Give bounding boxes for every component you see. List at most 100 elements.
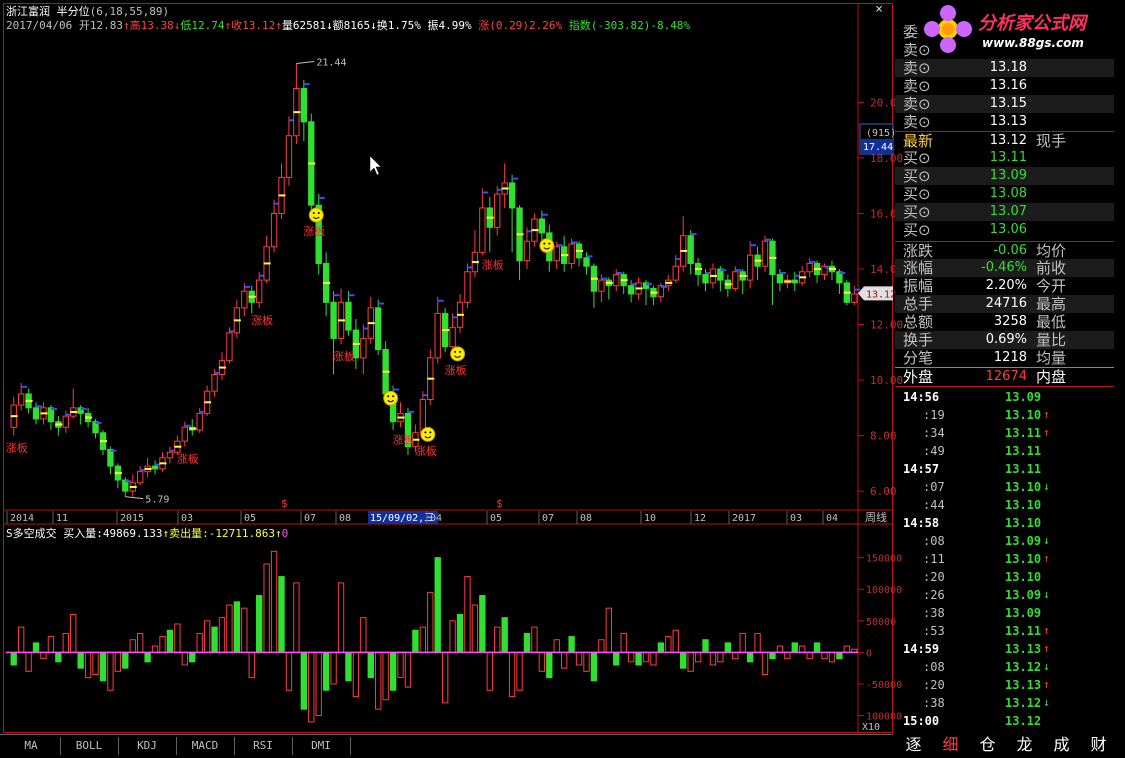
buy-level-row[interactable]: 买⊙ 13.08 [895,185,1114,203]
stat-row: 换手 0.69% 量比 [895,331,1114,349]
candle-body [136,471,144,484]
volume-bar [613,651,620,666]
volume-tick-label: 50000 [866,617,896,628]
candle-body [375,307,382,351]
volume-bar [159,636,166,653]
volume-bar [746,651,754,663]
limit-up-marker: 涨板 [393,432,415,446]
sell-level-label: 卖⊙ [903,59,931,77]
volume-bar [813,642,821,653]
tick-time: :44 [923,498,945,512]
commission-row: 委 [895,23,1114,41]
sell-level-row[interactable]: 卖⊙ 13.18 [895,59,1114,77]
smiley-eye [543,242,546,245]
stat-label: 分笔 [903,349,934,367]
volume-bar [769,651,776,660]
trading-window: 20.00 18.00 16.00 14.00 12.00 10.00 8.00 6.00 (9… [0,0,1125,758]
smiley-eye [317,212,320,215]
candle-body [523,240,531,262]
volume-bar [427,591,434,653]
arrow-up-icon: ↑ [274,527,282,540]
stat-value: 24716 [985,296,1027,311]
nav-1[interactable]: 细 [932,734,969,756]
arrow-up-icon: ↑ [1043,426,1050,439]
candle-body [746,254,754,281]
tick-row: 14:56 13.09 [895,388,1114,406]
tick-time: 15:00 [903,714,940,728]
nav-5[interactable]: 财 [1080,734,1117,756]
volume-bar [620,632,627,653]
tick-time: :34 [923,426,945,440]
arrow-up-icon: ↑ [275,19,282,32]
candle-body [226,332,233,362]
sell-level-price: 13.13 [989,114,1027,129]
volume-bar [233,601,241,653]
nav-4[interactable]: 成 [1043,734,1080,756]
sell-level-label: 卖⊙ [903,77,931,95]
tick-price: 13.10 [1005,516,1042,530]
candle-body [151,465,159,470]
candle-body [672,265,679,281]
tick-price: 13.11 [1005,462,1042,476]
limit-up-marker: 涨板 [251,313,273,327]
tick-row: :26 13.09 ↓ [895,586,1114,604]
tab-rsi[interactable]: RSI [234,737,293,755]
tab-ma[interactable]: MA [2,737,61,755]
tick-row: :20 13.13 ↑ [895,676,1114,694]
volume-bar [151,645,159,653]
volume-bar [92,651,99,675]
smiley-eye [424,431,427,434]
outer-label: 外盘 [903,368,934,386]
volume-bar [241,607,248,653]
tab-boll[interactable]: BOLL [60,737,119,755]
tab-kdj[interactable]: KDJ [118,737,177,755]
buy-level-row[interactable]: 买⊙ 13.06 [895,221,1114,239]
volume-bar [166,629,174,653]
stat-label-2: 均量 [1036,349,1067,367]
nav-3[interactable]: 龙 [1006,734,1043,756]
latest-row[interactable]: 最新 13.12 现手 [895,131,1114,150]
stat-row: 分笔 1218 均量 [895,349,1114,367]
arrow-down-icon: ↓ [370,19,377,32]
candle-body [360,337,367,359]
candle-body [256,279,263,303]
volume-bar [270,550,278,653]
stat-label-2: 最低 [1036,313,1067,331]
sell-level-row[interactable]: 卖⊙ 13.13 [895,113,1114,131]
sell-level-row[interactable]: 卖⊙ 13.16 [895,77,1114,95]
tab-macd[interactable]: MACD [176,737,235,755]
buy-level-row[interactable]: 买⊙ 13.11 [895,149,1114,167]
volume-bar [114,651,122,672]
volume-bar [508,651,516,698]
candle-body [776,274,784,284]
tab-dmi[interactable]: DMI [292,737,351,755]
buy-level-row[interactable]: 买⊙ 13.07 [895,203,1114,221]
volume-bar [627,651,635,663]
stat-label-2: 今开 [1036,277,1067,295]
tick-price: 13.11 [1005,426,1042,440]
buy-level-row[interactable]: 买⊙ 13.09 [895,167,1114,185]
volume-bar [40,651,47,660]
candle-body [479,207,486,253]
candle-body [181,426,188,442]
volume-bar [196,632,203,653]
sell-level-row[interactable]: 卖⊙ 13.15 [895,95,1114,113]
volume-bar [694,651,702,663]
volume-bar [538,651,546,672]
volume-bar [761,651,769,675]
nav-2[interactable]: 仓 [969,734,1006,756]
close-icon[interactable]: × [872,3,886,17]
info-vol: 62581 [292,19,326,32]
latest-price: 13.12 [989,133,1027,148]
volume-bar [337,582,345,653]
buy-volume-label: 买入量: [63,527,103,540]
limit-up-marker: 涨板 [333,349,355,363]
tick-price: 13.09 [1005,606,1042,620]
nav-0[interactable]: 逐 [895,734,932,756]
volume-bar [285,651,293,691]
volume-bar [382,651,389,701]
info-index: (-303.82)-8.48% [590,19,691,32]
sell-level-row[interactable]: 卖⊙ [895,41,1114,59]
sell-volume-label: 卖出量: [169,527,209,540]
info-high-label: 高 [129,19,141,32]
